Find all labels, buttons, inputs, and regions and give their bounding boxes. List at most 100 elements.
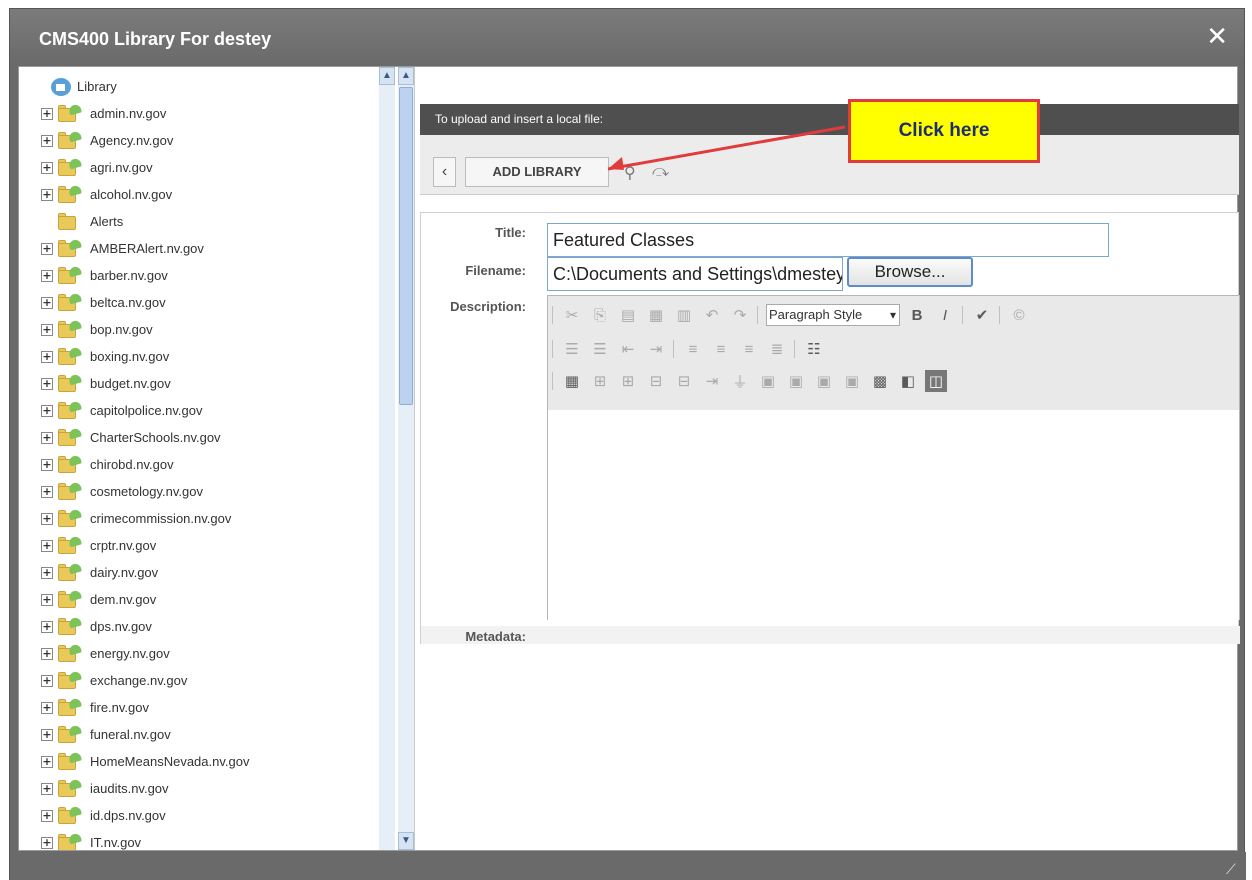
tree-item[interactable]: + IT.nv.gov <box>41 829 379 850</box>
paste-icon[interactable]: ▤ <box>617 304 639 326</box>
merge-cells-icon[interactable]: ▣ <box>757 370 779 392</box>
insert-column-left-icon[interactable]: ⊟ <box>645 370 667 392</box>
browse-button[interactable]: Browse... <box>847 257 973 287</box>
expand-icon[interactable]: + <box>41 269 53 282</box>
delete-column-icon[interactable]: ⏚ <box>729 370 751 392</box>
expand-icon[interactable]: + <box>41 539 53 552</box>
indent-icon[interactable]: ⇥ <box>645 338 667 360</box>
bold-icon[interactable]: B <box>906 304 928 326</box>
tree-scrollbar[interactable]: ▲ ▼ <box>398 67 414 850</box>
expand-icon[interactable]: + <box>41 809 53 822</box>
tree-item[interactable]: + funeral.nv.gov <box>41 721 379 748</box>
tree-item[interactable]: + dairy.nv.gov <box>41 559 379 586</box>
expand-icon[interactable]: + <box>41 755 53 768</box>
expand-icon[interactable]: + <box>41 431 53 444</box>
paste-text-icon[interactable]: ▥ <box>673 304 695 326</box>
tree-item[interactable]: + capitolpolice.nv.gov <box>41 397 379 424</box>
expand-icon[interactable]: + <box>41 485 53 498</box>
expand-icon[interactable]: + <box>41 242 53 255</box>
tree-item[interactable]: + CharterSchools.nv.gov <box>41 424 379 451</box>
split-cell-icon[interactable]: ▣ <box>785 370 807 392</box>
paste-word-icon[interactable]: ▦ <box>645 304 667 326</box>
expand-icon[interactable]: + <box>41 161 53 174</box>
add-library-button[interactable]: ADD LIBRARY <box>465 157 609 187</box>
scrollbar-thumb[interactable] <box>399 87 413 405</box>
title-field[interactable]: Featured Classes <box>547 223 1109 257</box>
justify-icon[interactable]: ≣ <box>766 338 788 360</box>
tree-scrollbar-outer[interactable]: ▲ <box>379 67 395 850</box>
tree-item[interactable]: + bop.nv.gov <box>41 316 379 343</box>
expand-icon[interactable]: + <box>41 512 53 525</box>
spellcheck-icon[interactable]: ✔ <box>971 304 993 326</box>
tree-item[interactable]: + beltca.nv.gov <box>41 289 379 316</box>
expand-icon[interactable]: + <box>41 782 53 795</box>
expand-icon[interactable]: + <box>41 647 53 660</box>
copy-icon[interactable]: ⎘ <box>589 304 611 326</box>
expand-icon[interactable]: + <box>41 458 53 471</box>
cut-icon[interactable]: ✂ <box>561 304 583 326</box>
expand-icon[interactable]: + <box>41 674 53 687</box>
align-left-icon[interactable]: ≡ <box>682 338 704 360</box>
insert-row-above-icon[interactable]: ⊞ <box>589 370 611 392</box>
expand-icon[interactable]: + <box>41 107 53 120</box>
delete-row-icon[interactable]: ⇥ <box>701 370 723 392</box>
tree-item[interactable]: + alcohol.nv.gov <box>41 181 379 208</box>
tree-item[interactable]: + HomeMeansNevada.nv.gov <box>41 748 379 775</box>
expand-icon[interactable]: + <box>41 134 53 147</box>
expand-icon[interactable]: + <box>41 323 53 336</box>
italic-icon[interactable]: I <box>934 304 956 326</box>
tree-item[interactable]: Alerts <box>41 208 379 235</box>
tree-item[interactable]: + fire.nv.gov <box>41 694 379 721</box>
tree-item[interactable]: + cosmetology.nv.gov <box>41 478 379 505</box>
tree-item[interactable]: + budget.nv.gov <box>41 370 379 397</box>
expand-icon[interactable]: + <box>41 566 53 579</box>
symbol-icon[interactable]: © <box>1008 304 1030 326</box>
expand-icon[interactable]: + <box>41 593 53 606</box>
tree-item[interactable]: + admin.nv.gov <box>41 100 379 127</box>
expand-icon[interactable]: + <box>41 350 53 363</box>
expand-icon[interactable]: + <box>41 701 53 714</box>
insert-column-right-icon[interactable]: ⊟ <box>673 370 695 392</box>
tree-item[interactable]: + iaudits.nv.gov <box>41 775 379 802</box>
tree-root-library[interactable]: Library <box>51 73 379 100</box>
tree-item[interactable]: + boxing.nv.gov <box>41 343 379 370</box>
tree-item[interactable]: + agri.nv.gov <box>41 154 379 181</box>
table-layout-icon[interactable]: ◧ <box>897 370 919 392</box>
tree-item[interactable]: + Agency.nv.gov <box>41 127 379 154</box>
redo-icon[interactable]: ↷ <box>729 304 751 326</box>
table-wizard-icon[interactable]: ▩ <box>869 370 891 392</box>
undo-icon[interactable]: ↶ <box>701 304 723 326</box>
align-right-icon[interactable]: ≡ <box>738 338 760 360</box>
close-icon[interactable]: ✕ <box>1206 23 1228 49</box>
expand-icon[interactable]: + <box>41 620 53 633</box>
scroll-up-icon[interactable]: ▲ <box>379 67 395 85</box>
back-button[interactable]: ‹ <box>433 157 456 187</box>
insert-row-below-icon[interactable]: ⊞ <box>617 370 639 392</box>
bullet-list-icon[interactable]: ☰ <box>589 338 611 360</box>
tree-item[interactable]: + chirobd.nv.gov <box>41 451 379 478</box>
scroll-up-icon[interactable]: ▲ <box>398 67 414 85</box>
cell-properties-icon[interactable]: ▣ <box>813 370 835 392</box>
paragraph-style-select[interactable]: Paragraph Style <box>766 304 900 326</box>
tree-item[interactable]: + exchange.nv.gov <box>41 667 379 694</box>
align-center-icon[interactable]: ≡ <box>710 338 732 360</box>
tree-item[interactable]: + crptr.nv.gov <box>41 532 379 559</box>
expand-icon[interactable]: + <box>41 188 53 201</box>
table-edit-icon[interactable]: ◫ <box>925 370 947 392</box>
expand-icon[interactable]: + <box>41 728 53 741</box>
tree-item[interactable]: + id.dps.nv.gov <box>41 802 379 829</box>
expand-icon[interactable]: + <box>41 836 53 849</box>
tree-item[interactable]: + dps.nv.gov <box>41 613 379 640</box>
insert-table-icon[interactable]: ▦ <box>561 370 583 392</box>
editor-content-area[interactable] <box>548 410 1239 620</box>
expand-icon[interactable]: + <box>41 404 53 417</box>
filename-field[interactable]: C:\Documents and Settings\dmestey\My Doc <box>547 257 843 291</box>
expand-icon[interactable]: + <box>41 377 53 390</box>
table-properties-icon[interactable]: ▣ <box>841 370 863 392</box>
tree-item[interactable]: + dem.nv.gov <box>41 586 379 613</box>
resize-grip-icon[interactable]: ⟋ <box>1226 862 1240 876</box>
tree-item[interactable]: + energy.nv.gov <box>41 640 379 667</box>
expand-icon[interactable]: + <box>41 296 53 309</box>
tree-item[interactable]: + crimecommission.nv.gov <box>41 505 379 532</box>
numbered-list-icon[interactable]: ☰ <box>561 338 583 360</box>
